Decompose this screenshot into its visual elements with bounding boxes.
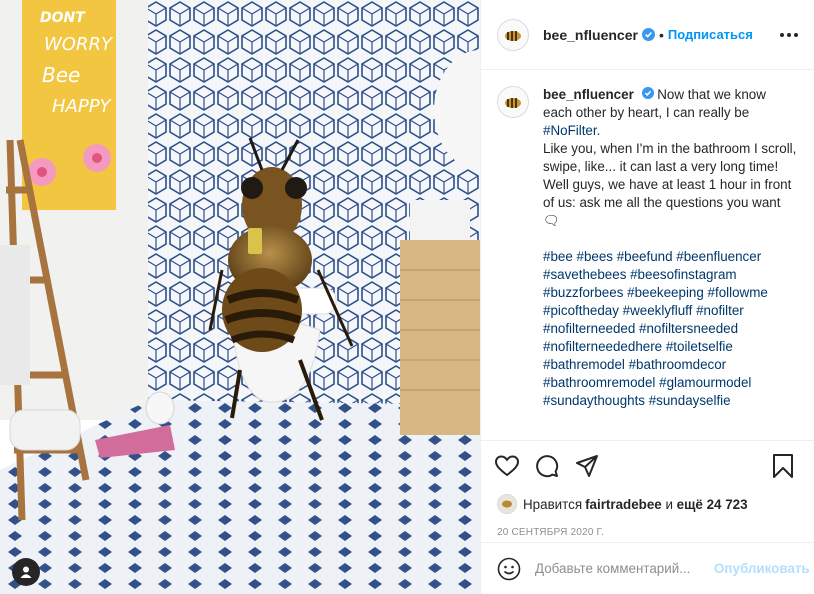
caption-line1-end: . [596,123,601,138]
more-icon-dot [794,32,798,37]
verified-icon [641,87,654,99]
likes-prefix: Нравится [523,496,583,512]
bee-avatar-icon [505,30,521,41]
caption-hashtag-nofilter[interactable]: #NoFilter [543,123,597,138]
caption: bee_nfluencer Now that we know each othe… [497,86,798,410]
more-icon [780,32,784,37]
poster-text-line2: WORRY [44,34,114,55]
avatar[interactable] [497,18,529,51]
comments-area: bee_nfluencer Now that we know each othe… [481,70,814,440]
comment-button[interactable] [535,452,563,480]
more-icon-dot [787,32,791,37]
caption-text: bee_nfluencer Now that we know each othe… [543,86,798,410]
user-tag-icon [20,566,32,578]
comment-icon [536,454,559,477]
user-tag-button[interactable] [12,558,40,586]
caption-hashtags[interactable]: #bee #bees #beefund #beenfluencer #savet… [543,248,798,410]
follow-button[interactable]: Подписаться [668,27,753,42]
post-image[interactable]: DONT WORRY Bee HAPPY [0,0,480,594]
likes-middle: и [661,496,677,512]
post-header: bee_nfluencer • Подписаться [481,0,814,70]
likes-summary: Нравится fairtradebee и ещё 24 723 [481,490,814,518]
add-comment-bar: Опубликовать [481,542,814,594]
comment-input[interactable] [533,560,714,577]
emoji-icon [497,557,521,580]
post-image-illustration: DONT WORRY Bee HAPPY [0,0,480,594]
separator-dot: • [658,26,664,43]
likes-count[interactable]: ещё 24 723 [677,497,748,512]
like-icon [495,454,519,476]
publish-button[interactable]: Опубликовать [714,561,810,576]
caption-avatar[interactable] [497,86,529,118]
save-button[interactable] [772,452,800,480]
save-icon [773,453,793,478]
bee-avatar-icon [505,98,521,108]
share-icon [576,454,598,477]
post-side-panel: bee_nfluencer • Подписаться bee_nfluence… [480,0,814,594]
more-options-button[interactable] [780,32,798,37]
caption-line3: Well guys, we have at least 1 hour in fr… [543,177,792,228]
like-button[interactable] [495,452,523,480]
header-username[interactable]: bee_nfluencer [543,27,638,43]
liker-avatar[interactable] [497,494,517,514]
action-bar [481,440,814,490]
share-button[interactable] [575,452,603,480]
caption-line2: Like you, when I'm in the bathroom I scr… [543,141,797,174]
poster-text-line3: Bee [42,63,80,87]
caption-username[interactable]: bee_nfluencer [543,87,634,102]
poster-text-line4: HAPPY [52,96,113,117]
bee-avatar-icon [502,500,512,508]
likes-user[interactable]: fairtradebee [585,497,662,512]
emoji-button[interactable] [497,557,521,581]
poster-text-line1: DONT [40,10,86,26]
verified-icon [641,28,655,41]
